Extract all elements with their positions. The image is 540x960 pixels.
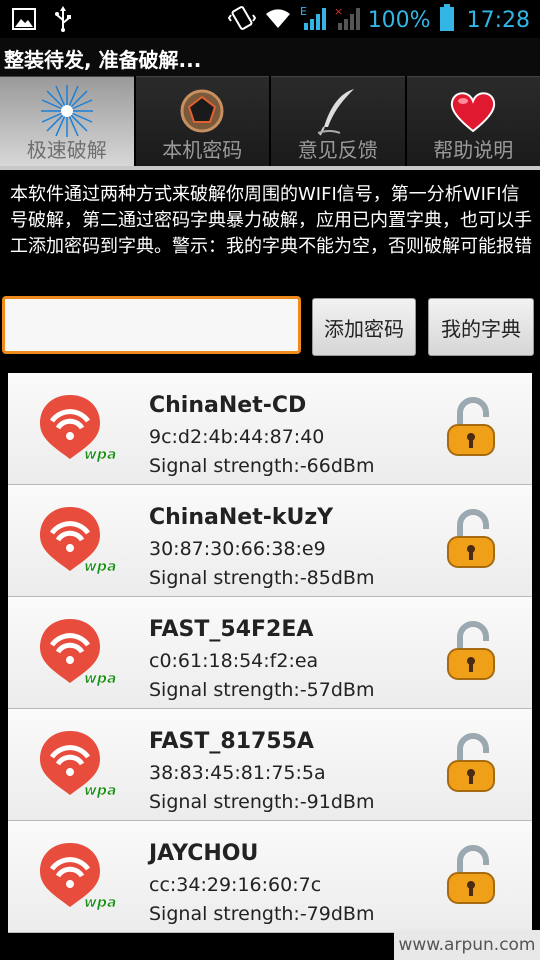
title-bar: 整装待发, 准备破解... bbox=[0, 38, 540, 76]
network-ssid: FAST_81755A bbox=[149, 729, 314, 754]
unlock-icon[interactable] bbox=[444, 733, 498, 793]
heart-icon bbox=[451, 92, 496, 133]
tab-underline bbox=[0, 166, 540, 170]
security-label: wpa bbox=[84, 671, 116, 687]
description-text: 本软件通过两种方式来破解你周围的WIFI信号，第一分析WIFI信号破解，第二通过… bbox=[10, 184, 532, 257]
my-dictionary-button[interactable]: 我的字典 bbox=[428, 298, 534, 356]
tab-help[interactable]: 帮助说明 bbox=[406, 76, 540, 167]
status-bar-right: E × 100% 17:28 bbox=[227, 4, 530, 36]
unlock-icon[interactable] bbox=[444, 845, 498, 905]
network-mac: 30:87:30:66:38:e9 bbox=[149, 538, 326, 560]
unlock-icon[interactable] bbox=[444, 509, 498, 569]
watermark: www.arpun.com bbox=[394, 930, 540, 960]
list-item[interactable]: wpa JAYCHOU cc:34:29:16:60:7c Signal str… bbox=[8, 821, 532, 933]
list-item[interactable]: wpa FAST_81755A 38:83:45:81:75:5a Signal… bbox=[8, 709, 532, 821]
tab-label: 帮助说明 bbox=[433, 138, 514, 162]
tab-fast-crack[interactable]: 极速破解 bbox=[0, 76, 134, 167]
network-list: wpa ChinaNet-CD 9c:d2:4b:44:87:40 Signal… bbox=[8, 373, 532, 933]
wifi-badge-icon: wpa bbox=[40, 395, 117, 463]
network-signal: Signal strength:-66dBm bbox=[149, 455, 375, 477]
quill-pen-icon bbox=[317, 89, 354, 136]
unlock-icon[interactable] bbox=[444, 397, 498, 457]
tab-label: 本机密码 bbox=[162, 138, 243, 162]
list-item[interactable]: wpa ChinaNet-CD 9c:d2:4b:44:87:40 Signal… bbox=[8, 373, 532, 485]
network-signal: Signal strength:-57dBm bbox=[149, 679, 375, 701]
pentagon-icon bbox=[180, 89, 224, 133]
status-bar-left bbox=[12, 6, 72, 36]
network-ssid: JAYCHOU bbox=[149, 841, 259, 866]
unlock-icon[interactable] bbox=[444, 621, 498, 681]
no-signal-icon: × bbox=[334, 5, 360, 35]
network-ssid: ChinaNet-CD bbox=[149, 393, 307, 418]
image-icon bbox=[12, 8, 36, 34]
network-mac: cc:34:29:16:60:7c bbox=[149, 874, 322, 896]
security-label: wpa bbox=[84, 447, 116, 463]
tab-label: 意见反馈 bbox=[297, 138, 378, 162]
network-signal: Signal strength:-91dBm bbox=[149, 791, 375, 813]
starburst-icon bbox=[40, 85, 93, 137]
tab-bar: 极速破解 本机密码 意见反馈 帮助说明 bbox=[0, 76, 540, 170]
security-label: wpa bbox=[84, 783, 116, 799]
network-mac: c0:61:18:54:f2:ea bbox=[149, 650, 319, 672]
network-signal: Signal strength:-85dBm bbox=[149, 567, 375, 589]
network-signal: Signal strength:-79dBm bbox=[149, 903, 375, 925]
tab-device-password[interactable]: 本机密码 bbox=[135, 76, 269, 167]
clock: 17:28 bbox=[466, 7, 530, 33]
svg-text:×: × bbox=[334, 5, 343, 18]
cell-signal-icon: E bbox=[300, 5, 326, 35]
password-input[interactable] bbox=[2, 296, 301, 354]
security-label: wpa bbox=[84, 895, 116, 911]
network-mac: 38:83:45:81:75:5a bbox=[149, 762, 326, 784]
wifi-badge-icon: wpa bbox=[40, 619, 117, 687]
page-title: 整装待发, 准备破解... bbox=[4, 48, 202, 72]
list-item[interactable]: wpa ChinaNet-kUzY 30:87:30:66:38:e9 Sign… bbox=[8, 485, 532, 597]
wifi-signal-icon bbox=[264, 6, 292, 34]
network-mac: 9c:d2:4b:44:87:40 bbox=[149, 426, 325, 448]
security-label: wpa bbox=[84, 559, 116, 575]
add-password-button[interactable]: 添加密码 bbox=[312, 298, 416, 356]
network-ssid: ChinaNet-kUzY bbox=[149, 505, 334, 530]
status-bar: E × 100% 17:28 bbox=[0, 0, 540, 38]
network-type-label: E bbox=[300, 5, 307, 18]
usb-icon bbox=[54, 6, 72, 36]
tab-feedback[interactable]: 意见反馈 bbox=[271, 76, 405, 167]
tab-label: 极速破解 bbox=[26, 138, 107, 162]
network-ssid: FAST_54F2EA bbox=[149, 617, 314, 642]
wifi-badge-icon: wpa bbox=[40, 843, 117, 911]
list-item[interactable]: wpa FAST_54F2EA c0:61:18:54:f2:ea Signal… bbox=[8, 597, 532, 709]
wifi-badge-icon: wpa bbox=[40, 507, 117, 575]
battery-percent: 100% bbox=[367, 7, 431, 33]
battery-icon bbox=[439, 4, 455, 36]
wifi-badge-icon: wpa bbox=[40, 731, 117, 799]
vibrate-icon bbox=[227, 5, 256, 35]
